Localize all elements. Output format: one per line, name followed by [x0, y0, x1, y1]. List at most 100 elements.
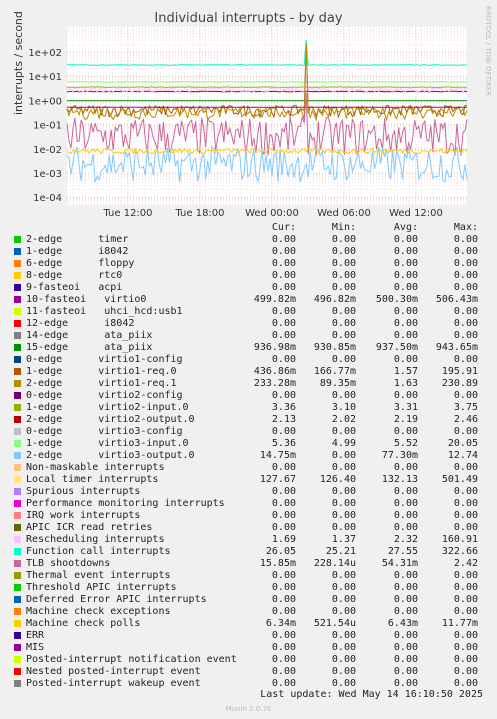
legend-value-max: 0.00 — [453, 510, 478, 521]
legend-swatch — [14, 584, 21, 591]
legend-value-avg: 0.00 — [393, 510, 418, 521]
legend-value-avg: 0.00 — [393, 282, 418, 293]
legend-value-cur: 0.00 — [271, 654, 296, 665]
legend-value-cur: 0.00 — [271, 642, 296, 653]
legend-value-min: 0.00 — [331, 666, 356, 677]
legend-value-max: 0.00 — [453, 666, 478, 677]
legend-label: Non-maskable interrupts — [26, 462, 165, 473]
legend-value-cur: 0.00 — [271, 582, 296, 593]
legend-value-cur: 233.28m — [253, 378, 296, 389]
legend-value-min: 0.00 — [331, 606, 356, 617]
header-avg: Avg: — [393, 222, 418, 233]
legend-value-avg: 2.32 — [393, 534, 418, 545]
legend-value-max: 195.91 — [441, 366, 478, 377]
legend-value-avg: 0.00 — [393, 354, 418, 365]
legend-value-cur: 1.69 — [271, 534, 296, 545]
y-tick-label: 1e+00 — [28, 96, 62, 107]
legend-swatch — [14, 524, 21, 531]
legend-value-max: 322.66 — [441, 546, 478, 557]
legend-value-min: 0.00 — [331, 318, 356, 329]
legend-label: Nested posted-interrupt event — [26, 666, 201, 677]
legend-value-avg: 937.50m — [375, 342, 418, 353]
legend-value-max: 943.65m — [435, 342, 478, 353]
legend-swatch — [14, 404, 21, 411]
legend-value-min: 0.00 — [331, 498, 356, 509]
munin-version: Munin 2.0.76 — [225, 705, 272, 713]
legend-value-cur: 0.00 — [271, 234, 296, 245]
legend-value-max: 0.00 — [453, 330, 478, 341]
y-tick-label: 1e-01 — [33, 121, 62, 132]
legend-value-avg: 132.13 — [381, 474, 418, 485]
legend-swatch — [14, 680, 21, 687]
legend-swatch — [14, 476, 21, 483]
legend-swatch — [14, 416, 21, 423]
legend-value-max: 230.89 — [441, 378, 478, 389]
legend-value-avg: 77.30m — [381, 450, 418, 461]
legend-swatch — [14, 272, 21, 279]
legend-value-avg: 6.43m — [387, 618, 418, 629]
legend-label: 2-edge timer — [26, 234, 129, 245]
legend-value-cur: 436.86m — [253, 366, 296, 377]
legend-value-cur: 0.00 — [271, 630, 296, 641]
legend-value-max: 20.05 — [447, 438, 478, 449]
legend-label: 0-edge virtio2-config — [26, 390, 183, 401]
legend-label: Rescheduling interrupts — [26, 534, 165, 545]
legend-value-min: 0.00 — [331, 246, 356, 257]
legend-label: Local timer interrupts — [26, 474, 159, 485]
legend-label: 6-edge floppy — [26, 258, 135, 269]
munin-graph: Individual interrupts - by day interrupt… — [0, 0, 497, 719]
legend-value-cur: 14.75m — [259, 450, 296, 461]
legend-value-cur: 0.00 — [271, 486, 296, 497]
legend-value-max: 0.00 — [453, 486, 478, 497]
y-tick-label: 1e-04 — [33, 193, 62, 204]
legend-value-max: 0.00 — [453, 582, 478, 593]
legend-swatch — [14, 656, 21, 663]
legend-swatch — [14, 548, 21, 555]
legend-label: 11-fasteoi uhci_hcd:usb1 — [26, 306, 183, 317]
legend-swatch — [14, 320, 21, 327]
legend-value-max: 0.00 — [453, 246, 478, 257]
legend-swatch — [14, 296, 21, 303]
legend-value-min: 0.00 — [331, 330, 356, 341]
legend-value-min: 521.54u — [313, 618, 356, 629]
legend-value-min: 0.00 — [331, 522, 356, 533]
legend-value-cur: 499.82m — [253, 294, 296, 305]
legend-label: MIS — [26, 642, 45, 653]
legend-swatch — [14, 236, 21, 243]
legend-swatch — [14, 668, 21, 675]
legend-value-min: 4.99 — [331, 438, 356, 449]
legend-value-cur: 0.00 — [271, 270, 296, 281]
legend-value-max: 0.00 — [453, 654, 478, 665]
legend-swatch — [14, 452, 21, 459]
legend-value-min: 0.00 — [331, 486, 356, 497]
legend-value-cur: 0.00 — [271, 594, 296, 605]
legend-swatch — [14, 644, 21, 651]
legend-value-avg: 0.00 — [393, 390, 418, 401]
legend-value-max: 0.00 — [453, 258, 478, 269]
legend-value-cur: 0.00 — [271, 318, 296, 329]
legend-value-avg: 2.19 — [393, 414, 418, 425]
legend-label: 2-edge virtio3-output.0 — [26, 450, 195, 461]
legend-value-cur: 0.00 — [271, 354, 296, 365]
legend-value-avg: 5.52 — [393, 438, 418, 449]
legend-label: 1-edge i8042 — [26, 246, 129, 257]
legend-value-cur: 0.00 — [271, 666, 296, 677]
legend-swatch — [14, 464, 21, 471]
legend-label: 10-fasteoi virtio0 — [26, 294, 147, 305]
legend-value-min: 166.77m — [313, 366, 356, 377]
legend-value-min: 0.00 — [331, 570, 356, 581]
legend-value-max: 0.00 — [453, 606, 478, 617]
x-tick-label: Wed 06:00 — [317, 208, 371, 219]
legend-label: 1-edge virtio2-input.0 — [26, 402, 189, 413]
legend-value-max: 0.00 — [453, 426, 478, 437]
legend-value-max: 506.43m — [435, 294, 478, 305]
legend-value-cur: 127.67 — [259, 474, 296, 485]
legend-value-min: 0.00 — [331, 270, 356, 281]
legend-label: TLB shootdowns — [26, 558, 111, 569]
legend-label: Spurious interrupts — [26, 486, 141, 497]
legend-value-max: 0.00 — [453, 570, 478, 581]
legend-value-max: 3.75 — [453, 402, 478, 413]
legend-value-cur: 936.98m — [253, 342, 296, 353]
legend-value-min: 0.00 — [331, 450, 356, 461]
legend-value-cur: 0.00 — [271, 282, 296, 293]
